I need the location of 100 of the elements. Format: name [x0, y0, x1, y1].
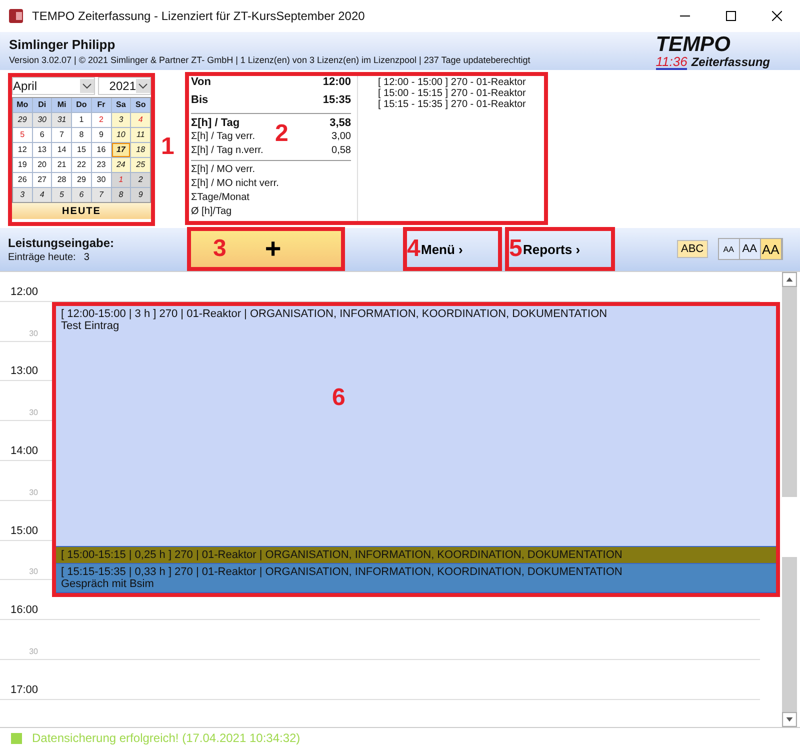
calendar-day[interactable]: 8 [112, 188, 130, 202]
scroll-up-icon[interactable] [782, 272, 797, 287]
calendar-day[interactable]: 2 [131, 173, 150, 187]
stat-label: Σ[h] / MO nicht verr. [191, 177, 279, 191]
calendar-day[interactable]: 1 [72, 113, 91, 127]
calendar-day[interactable]: 30 [92, 173, 111, 187]
version-info: Version 3.02.07 | © 2021 Simlinger & Partner ZT- GmbH | 1 Lizenz(en) von 3 Lizenz(en) im Lizenzpool | 237 Tage updateberechtigt [9, 55, 530, 65]
time-label: 12:00 [9, 286, 38, 300]
calendar-day[interactable]: 11 [131, 128, 150, 142]
stat-label: Bis [191, 93, 208, 108]
calendar-day[interactable]: 6 [72, 188, 91, 202]
time-label: 30 [28, 408, 38, 420]
logo-subtitle: Zeiterfassung [691, 56, 770, 68]
time-entry[interactable]: [ 15:00-15:15 | 0,25 h ] 270 | 01-Reaktor | ORGANISATION, INFORMATION, KOORDINATION, DOKUMENTATION [56, 546, 776, 564]
entry-title: [ 15:15-15:35 | 0,33 h ] 270 | 01-Reaktor | ORGANISATION, INFORMATION, KOORDINATION, DOKUMENTATION [61, 566, 624, 578]
time-label: 14:00 [9, 444, 38, 459]
calendar-day[interactable]: 5 [52, 188, 72, 202]
annotation-number: 6 [332, 386, 346, 410]
calendar-day[interactable]: 7 [92, 188, 111, 202]
annotation-number: 3 [213, 237, 226, 262]
section-title: Leistungseingabe: [8, 236, 116, 250]
calendar-day[interactable]: 9 [92, 128, 111, 142]
calendar-day[interactable]: 9 [131, 188, 150, 202]
time-label: 30 [28, 646, 38, 658]
calendar-day[interactable]: 17 [112, 143, 130, 157]
spellcheck-button[interactable]: ABC [677, 240, 708, 258]
calendar-day[interactable]: 6 [32, 128, 52, 142]
calendar-day[interactable]: 7 [52, 128, 72, 142]
entry-summary[interactable]: [ 12:00 - 15:00 ] 270 - 01-Reaktor [378, 77, 526, 88]
stat-label: Σ[h] / MO verr. [191, 163, 255, 177]
calendar-day[interactable]: 22 [72, 158, 91, 172]
time-label: 16:00 [9, 604, 38, 618]
calendar-day[interactable]: 15 [72, 143, 91, 157]
calendar-day[interactable]: 12 [13, 143, 32, 157]
entry-summary[interactable]: [ 15:15 - 15:35 ] 270 - 01-Reaktor [378, 99, 526, 110]
logo-brand: TEMPO [656, 34, 732, 55]
weekday-header: Di [32, 98, 52, 112]
calendar-day[interactable]: 26 [13, 173, 32, 187]
stat-label: Σ[h] / Tag n.verr. [191, 144, 264, 158]
stat-label: ΣTage/Monat [191, 191, 250, 205]
calendar-day[interactable]: 27 [32, 173, 52, 187]
time-label: 30 [28, 567, 38, 578]
calendar-day[interactable]: 5 [13, 128, 32, 142]
font-size-button[interactable]: AA [718, 239, 740, 260]
entries-count: 3 [84, 252, 90, 263]
weekday-header: Mi [52, 98, 72, 112]
status-indicator-icon [11, 732, 22, 744]
stat-value: 12:00 [322, 75, 351, 90]
stat-value: 15:35 [322, 93, 351, 108]
stat-label: Von [191, 75, 211, 90]
calendar-day[interactable]: 29 [13, 113, 32, 127]
scroll-down-icon[interactable] [782, 712, 797, 728]
calendar-day[interactable]: 25 [131, 158, 150, 172]
calendar-day[interactable]: 28 [52, 173, 72, 187]
calendar-day[interactable]: 16 [92, 143, 111, 157]
calendar-day[interactable]: 13 [32, 143, 52, 157]
entry-title: [ 12:00-15:00 | 3 h ] 270 | 01-Reaktor | ORGANISATION, INFORMATION, KOORDINATION, DOKUMENTATION [61, 308, 608, 320]
calendar-day[interactable]: 30 [32, 113, 52, 127]
calendar-day[interactable]: 21 [52, 158, 72, 172]
calendar-day[interactable]: 24 [112, 158, 130, 172]
calendar-day[interactable]: 8 [72, 128, 91, 142]
stat-label: Σ[h] / Tag verr. [191, 130, 255, 144]
entry-summary[interactable]: [ 15:00 - 15:15 ] 270 - 01-Reaktor [378, 88, 526, 99]
scrollbar[interactable] [782, 272, 797, 728]
time-label: 17:00 [9, 684, 38, 698]
calendar-day[interactable]: 23 [92, 158, 111, 172]
time-label: 30 [28, 328, 38, 340]
weekday-header: Do [72, 98, 91, 112]
today-button[interactable]: HEUTE [12, 203, 151, 219]
weekday-header: Fr [92, 98, 111, 112]
status-message: Datensicherung erfolgreich! (17.04.2021 10:34:32) [32, 731, 300, 746]
time-label: 15:00 [9, 524, 38, 539]
logo-clock: 11:36 [656, 55, 688, 70]
calendar-day[interactable]: 14 [52, 143, 72, 157]
stat-label: Ø [h]/Tag [191, 205, 232, 219]
stat-value: 0,58 [332, 144, 351, 158]
weekday-header: Mo [13, 98, 32, 112]
annotation-number: 2 [275, 122, 288, 146]
year-dropdown[interactable]: 2021 [98, 77, 151, 95]
calendar-day[interactable]: 3 [112, 113, 130, 127]
font-size-button[interactable]: AA [760, 239, 782, 260]
month-dropdown[interactable]: April [12, 77, 96, 95]
calendar-day[interactable]: 29 [72, 173, 91, 187]
calendar-day[interactable]: 4 [32, 188, 52, 202]
calendar-day[interactable]: 3 [13, 188, 32, 202]
calendar-day[interactable]: 20 [32, 158, 52, 172]
stat-value: 3,58 [330, 116, 351, 130]
calendar-day[interactable]: 4 [131, 113, 150, 127]
font-size-button[interactable]: AA [740, 239, 761, 260]
calendar-day[interactable]: 2 [92, 113, 111, 127]
user-name: Simlinger Philipp [9, 37, 116, 52]
entry-note: Gespräch mit Bsim [61, 578, 155, 590]
weekday-header: Sa [112, 98, 130, 112]
calendar-day[interactable]: 19 [13, 158, 32, 172]
time-entry[interactable]: [ 15:15-15:35 | 0,33 h ] 270 | 01-Reaktor | ORGANISATION, INFORMATION, KOORDINATION, DOKUMENTATION Gespräch mit Bsim [56, 564, 776, 593]
calendar-day[interactable]: 10 [112, 128, 130, 142]
scroll-thumb[interactable] [782, 496, 797, 557]
time-label: 30 [28, 488, 38, 499]
calendar-day[interactable]: 18 [131, 143, 150, 157]
calendar-day[interactable]: 31 [52, 113, 72, 127]
